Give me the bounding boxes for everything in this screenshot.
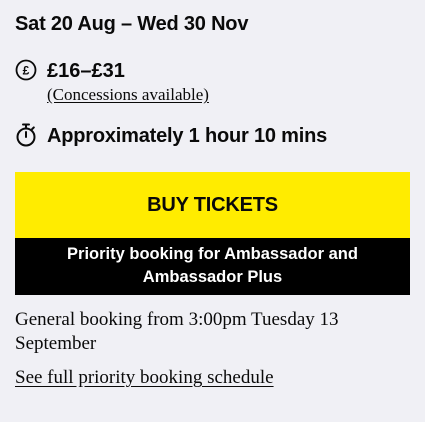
event-dates: Sat 20 Aug – Wed 30 Nov bbox=[15, 13, 249, 35]
price-row: £ £16–£31 (Concessions available) bbox=[15, 58, 209, 106]
svg-text:£: £ bbox=[23, 64, 30, 78]
pound-icon: £ bbox=[15, 58, 37, 82]
general-booking-text: General booking from 3:00pm Tuesday 13 S… bbox=[15, 309, 339, 354]
event-info-panel: Sat 20 Aug – Wed 30 Nov £ £16–£31 (Conce… bbox=[0, 0, 425, 422]
priority-schedule-link[interactable]: See full priority booking schedule bbox=[15, 366, 274, 390]
stopwatch-icon bbox=[15, 123, 37, 147]
price-range: £16–£31 bbox=[47, 60, 125, 82]
duration-row: Approximately 1 hour 10 mins bbox=[15, 123, 327, 149]
price-group: £16–£31 (Concessions available) bbox=[47, 58, 209, 106]
buy-tickets-button[interactable]: BUY TICKETS bbox=[15, 172, 410, 238]
priority-booking-banner: Priority booking for Ambassador and Amba… bbox=[15, 238, 410, 295]
ticket-block: BUY TICKETS Priority booking for Ambassa… bbox=[15, 172, 410, 295]
duration-text: Approximately 1 hour 10 mins bbox=[47, 125, 328, 147]
concessions-link[interactable]: (Concessions available) bbox=[47, 84, 209, 106]
